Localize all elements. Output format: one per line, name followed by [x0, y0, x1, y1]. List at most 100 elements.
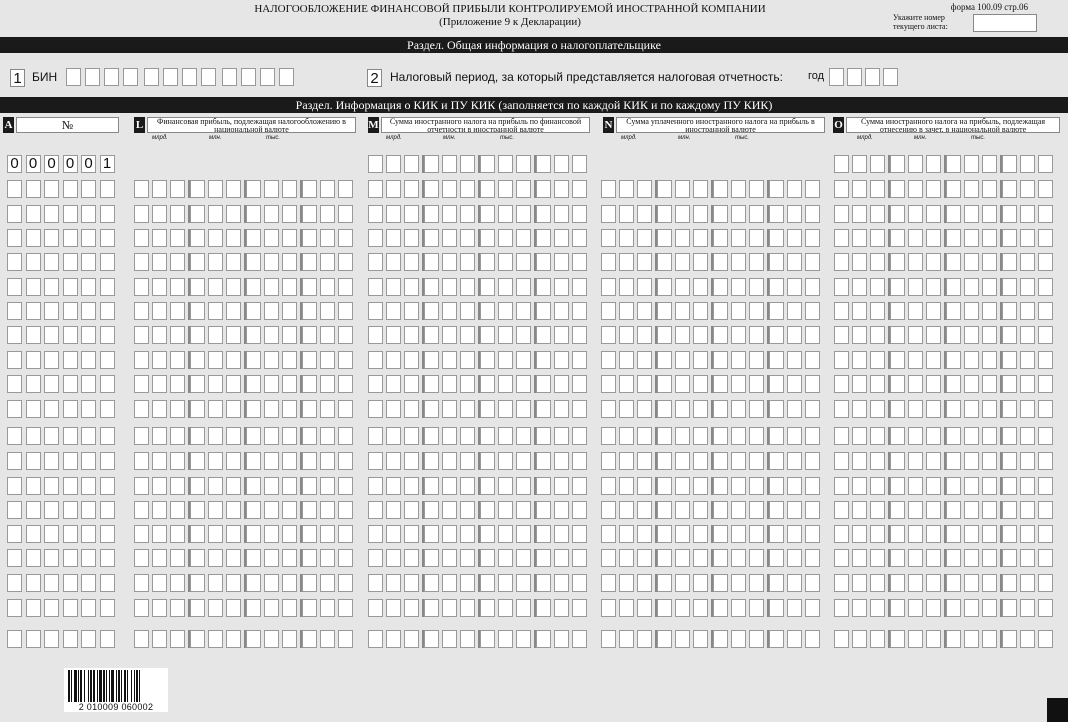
column-l-digit-cell[interactable]: [134, 278, 149, 296]
column-o-digit-cell[interactable]: [946, 574, 961, 592]
column-m-digit-cell[interactable]: [516, 525, 531, 543]
column-o-digit-cell[interactable]: [870, 549, 885, 567]
column-l-digit-cell[interactable]: [302, 501, 317, 519]
column-n-digit-cell[interactable]: [731, 452, 746, 470]
column-n-digit-cell[interactable]: [675, 452, 690, 470]
column-o-digit-cell[interactable]: [870, 205, 885, 223]
column-n-digit-cell[interactable]: [601, 326, 616, 344]
row-number-cell[interactable]: [44, 549, 59, 567]
column-o-digit-cell[interactable]: [946, 229, 961, 247]
column-o-digit-cell[interactable]: [890, 253, 905, 271]
column-n-digit-cell[interactable]: [693, 452, 708, 470]
column-o-digit-cell[interactable]: [1038, 427, 1053, 445]
row-number-cell[interactable]: [99, 501, 115, 519]
column-m-digit-cell[interactable]: [424, 180, 439, 198]
column-m-digit-cell[interactable]: [498, 525, 513, 543]
column-o-digit-cell[interactable]: [946, 278, 961, 296]
column-o-digit-cell[interactable]: [1020, 525, 1035, 543]
column-m-digit-cell[interactable]: [572, 427, 587, 445]
row-number-cell[interactable]: [25, 452, 41, 470]
column-m-digit-cell[interactable]: [498, 501, 513, 519]
column-l-digit-cell[interactable]: [226, 427, 241, 445]
column-m-digit-cell[interactable]: [516, 351, 531, 369]
row-number-cell[interactable]: [62, 253, 78, 271]
column-l-digit-cell[interactable]: [208, 427, 223, 445]
column-n-digit-cell[interactable]: [675, 574, 690, 592]
column-o-digit-cell[interactable]: [1020, 278, 1035, 296]
column-o-digit-cell[interactable]: [834, 400, 849, 418]
column-n-digit-cell[interactable]: [713, 452, 728, 470]
row-number-cell[interactable]: [81, 574, 96, 592]
column-m-digit-cell[interactable]: [386, 630, 401, 648]
column-n-digit-cell[interactable]: [749, 326, 764, 344]
column-o-digit-cell[interactable]: [1038, 400, 1053, 418]
column-n-digit-cell[interactable]: [749, 501, 764, 519]
row-number-cell[interactable]: [99, 205, 115, 223]
column-o-digit-cell[interactable]: [870, 375, 885, 393]
row-number-cell[interactable]: [99, 525, 115, 543]
column-o-digit-cell[interactable]: [890, 574, 905, 592]
column-l-digit-cell[interactable]: [338, 452, 353, 470]
column-l-digit-cell[interactable]: [320, 253, 335, 271]
row-number-cell[interactable]: [99, 477, 115, 495]
column-n-digit-cell[interactable]: [693, 302, 708, 320]
column-o-digit-cell[interactable]: [908, 229, 923, 247]
row-number-cell[interactable]: [81, 427, 96, 445]
column-n-digit-cell[interactable]: [675, 400, 690, 418]
column-l-digit-cell[interactable]: [134, 302, 149, 320]
column-m-digit-cell[interactable]: [572, 525, 587, 543]
column-m-digit-cell[interactable]: [368, 599, 383, 617]
column-n-digit-cell[interactable]: [693, 351, 708, 369]
column-o-digit-cell[interactable]: [890, 229, 905, 247]
column-m-digit-cell[interactable]: [480, 326, 495, 344]
row-number-cell[interactable]: [25, 400, 41, 418]
column-m-digit-cell[interactable]: [368, 477, 383, 495]
column-l-digit-cell[interactable]: [134, 427, 149, 445]
column-l-digit-cell[interactable]: [282, 229, 297, 247]
column-m-digit-cell[interactable]: [554, 180, 569, 198]
column-n-digit-cell[interactable]: [637, 400, 652, 418]
column-o-digit-cell[interactable]: [890, 501, 905, 519]
bin-digit-cell[interactable]: [241, 68, 256, 86]
column-o-digit-cell[interactable]: [982, 549, 997, 567]
column-o-digit-cell[interactable]: [852, 549, 867, 567]
column-l-digit-cell[interactable]: [134, 326, 149, 344]
column-m-digit-cell[interactable]: [554, 351, 569, 369]
column-m-digit-cell[interactable]: [460, 155, 475, 173]
column-m-digit-cell[interactable]: [424, 427, 439, 445]
column-m-digit-cell[interactable]: [498, 630, 513, 648]
column-n-digit-cell[interactable]: [657, 351, 672, 369]
row-number-cell[interactable]: [7, 599, 22, 617]
column-o-digit-cell[interactable]: [908, 326, 923, 344]
column-m-digit-cell[interactable]: [516, 599, 531, 617]
row-number-cell[interactable]: [44, 180, 59, 198]
column-n-digit-cell[interactable]: [713, 205, 728, 223]
column-n-digit-cell[interactable]: [619, 525, 634, 543]
row-number-cell[interactable]: [25, 477, 41, 495]
column-n-digit-cell[interactable]: [637, 427, 652, 445]
column-m-digit-cell[interactable]: [442, 599, 457, 617]
column-m-digit-cell[interactable]: [368, 400, 383, 418]
column-m-digit-cell[interactable]: [386, 477, 401, 495]
column-l-digit-cell[interactable]: [170, 278, 185, 296]
column-m-digit-cell[interactable]: [498, 302, 513, 320]
column-l-digit-cell[interactable]: [338, 375, 353, 393]
column-l-digit-cell[interactable]: [208, 326, 223, 344]
row-number-cell[interactable]: [25, 351, 41, 369]
row-number-cell[interactable]: [44, 205, 59, 223]
column-o-digit-cell[interactable]: [852, 630, 867, 648]
column-n-digit-cell[interactable]: [769, 180, 784, 198]
column-l-digit-cell[interactable]: [134, 501, 149, 519]
column-l-digit-cell[interactable]: [246, 375, 261, 393]
column-m-digit-cell[interactable]: [480, 375, 495, 393]
column-n-digit-cell[interactable]: [657, 375, 672, 393]
column-l-digit-cell[interactable]: [170, 525, 185, 543]
column-l-digit-cell[interactable]: [226, 278, 241, 296]
column-o-digit-cell[interactable]: [870, 525, 885, 543]
column-l-digit-cell[interactable]: [246, 278, 261, 296]
column-m-digit-cell[interactable]: [516, 400, 531, 418]
row-number-cell[interactable]: [7, 253, 22, 271]
column-o-digit-cell[interactable]: [1038, 477, 1053, 495]
column-n-digit-cell[interactable]: [805, 375, 820, 393]
column-n-digit-cell[interactable]: [713, 549, 728, 567]
